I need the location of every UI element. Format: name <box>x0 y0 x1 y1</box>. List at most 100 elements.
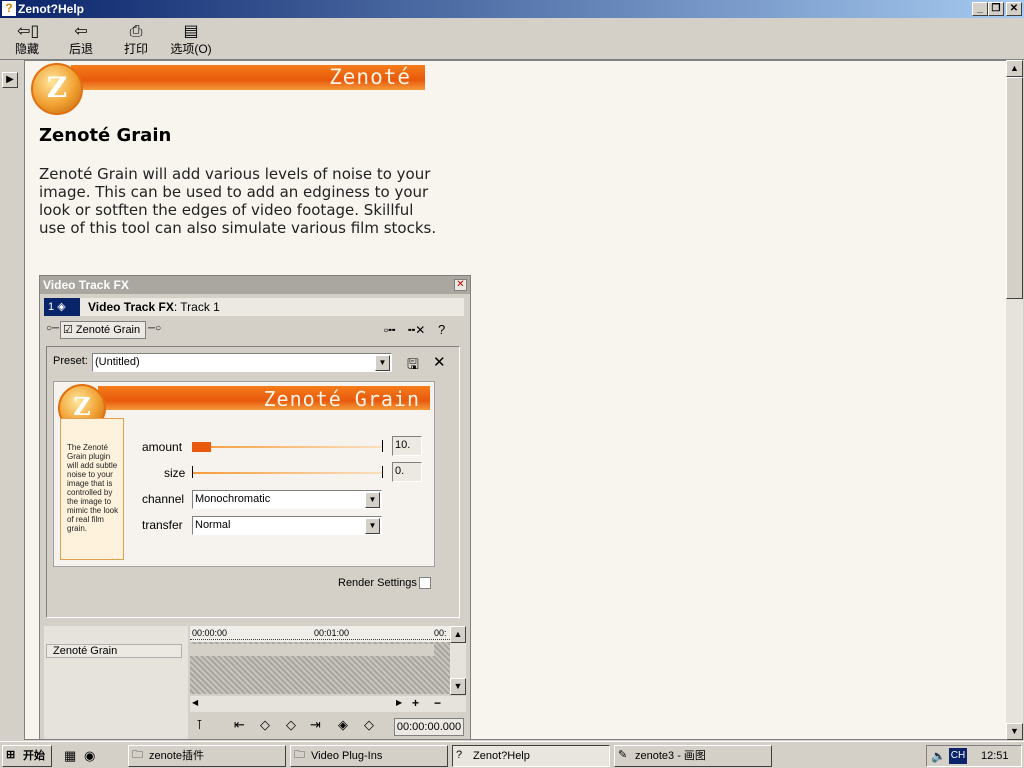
banner-brand: Zenoté <box>329 65 411 89</box>
back-label: 后退 <box>68 42 93 56</box>
folder-icon: 🗀 <box>132 749 143 761</box>
help-app-icon: ? <box>2 1 16 16</box>
zoom-out-icon[interactable]: − <box>434 696 441 710</box>
task-zenote-folder[interactable]: 🗀 zenote插件 <box>128 745 286 767</box>
video-track-fx-dialog: Video Track FX ✕ 1 ◈ Video Track FX: Tra… <box>39 275 471 739</box>
hide-button[interactable]: ⇦▯ 隐藏 <box>10 20 44 58</box>
task-video-plugins-folder[interactable]: 🗀 Video Plug-Ins <box>290 745 448 767</box>
restore-button[interactable]: ❐ <box>988 2 1004 16</box>
channel-label: channel <box>142 492 185 506</box>
amount-slider-end <box>382 440 383 452</box>
render-settings-checkbox[interactable] <box>419 577 431 589</box>
plugin-group: Preset: (Untitled) ▼ 🖫 ✕ Zenoté Grain Z … <box>46 346 460 618</box>
zoom-in-icon[interactable]: + <box>412 696 419 710</box>
plugin-chain-item[interactable]: ☑ Zenoté Grain <box>60 321 146 339</box>
render-settings-label: Render Settings <box>338 577 417 589</box>
show-desktop-icon[interactable]: ▦ <box>64 748 76 764</box>
last-keyframe-icon[interactable]: ⇥ <box>310 718 321 733</box>
close-button[interactable]: ✕ <box>1006 2 1022 16</box>
amount-value[interactable]: 10. <box>392 436 422 456</box>
timeline-vscroll[interactable]: ▲ ▼ <box>450 626 466 695</box>
task-paint[interactable]: ✎ zenote3 - 画图 <box>614 745 772 767</box>
amount-label: amount <box>142 440 183 454</box>
sync-cursor-icon[interactable]: ⊺ <box>196 718 203 733</box>
scroll-thumb[interactable] <box>1006 77 1023 299</box>
expand-nav-arrow-icon[interactable]: ▶ <box>2 72 18 88</box>
intro-paragraph: Zenoté Grain will add various levels of … <box>39 165 437 237</box>
options-button[interactable]: ▤ 选项(O) <box>168 20 214 58</box>
task-help-active[interactable]: ? Zenot?Help <box>452 745 610 767</box>
first-keyframe-icon[interactable]: ⇤ <box>234 718 245 733</box>
keyframe-timeline: Zenoté Grain 00:00:00 00:01:00 00: ▲ ▼ ◀… <box>44 626 466 739</box>
ruler-start: 00:00:00 <box>192 628 228 638</box>
help-toolbar: ⇦▯ 隐藏 ⇦ 后退 ⎙ 打印 ▤ 选项(O) <box>0 18 1024 60</box>
delete-keyframe-icon[interactable]: ◇ <box>364 718 374 733</box>
keyframe-lane[interactable] <box>190 644 434 656</box>
scroll-up-arrow-icon[interactable]: ▲ <box>450 626 466 643</box>
plugin-chain-icon[interactable]: ▫╍ <box>384 323 395 337</box>
windows-logo-icon: ⊞ <box>6 749 16 761</box>
timecode-display: 00:00:00.000 <box>394 718 464 736</box>
back-button[interactable]: ⇦ 后退 <box>64 20 98 58</box>
amount-slider-fill[interactable] <box>192 442 211 452</box>
windows-taskbar: ⊞ 开始 ▦ ◉ 🗀 zenote插件 🗀 Video Plug-Ins ? Z… <box>0 741 1024 768</box>
track-fx-header: 1 ◈ Video Track FX: Track 1 <box>44 298 464 316</box>
ruler-mid: 00:01:00 <box>314 628 350 638</box>
minimize-button[interactable]: _ <box>972 2 988 16</box>
folder-icon: 🗀 <box>294 749 305 761</box>
chevron-down-icon: ▼ <box>375 355 390 371</box>
system-tray: 🔈 CH 12:51 <box>926 745 1022 767</box>
timeline-track-name[interactable]: Zenoté Grain <box>46 644 182 658</box>
plugin-chain: ○─ ☑ Zenoté Grain ─○ <box>46 321 161 339</box>
transfer-select[interactable]: Normal ▼ <box>192 516 382 535</box>
chain-end-node-icon: ─○ <box>148 323 162 334</box>
plugin-banner-title: Zenoté Grain <box>263 387 420 411</box>
grain-plugin-panel: Zenoté Grain Z The Zenoté Grain plugin w… <box>53 381 435 567</box>
scroll-up-arrow-icon[interactable]: ▲ <box>1006 60 1023 77</box>
add-keyframe-icon[interactable]: ◈ <box>338 718 348 733</box>
window-titlebar[interactable]: ? Zenot?Help _ ❐ ✕ <box>0 0 1024 18</box>
prev-keyframe-icon[interactable]: ◇ <box>260 718 270 733</box>
print-label: 打印 <box>123 42 148 56</box>
scroll-right-arrow-icon[interactable]: ▶ <box>396 698 402 707</box>
chevron-down-icon: ▼ <box>365 492 380 508</box>
print-button[interactable]: ⎙ 打印 <box>118 20 154 58</box>
timeline-keyframe-area[interactable] <box>190 642 450 694</box>
page-title: Zenoté Grain <box>39 125 172 146</box>
remove-plugin-icon[interactable]: ╍✕ <box>408 323 425 337</box>
size-slider-handle[interactable] <box>192 466 193 478</box>
size-slider-track[interactable] <box>192 472 382 474</box>
size-slider-end <box>382 466 383 478</box>
scroll-left-arrow-icon[interactable]: ◀ <box>192 698 198 707</box>
size-value[interactable]: 0. <box>392 462 422 482</box>
volume-icon[interactable]: 🔈 <box>931 749 946 763</box>
navigation-pane-collapsed: ▶ <box>0 60 22 740</box>
track-number-badge: 1 ◈ <box>44 298 80 316</box>
page-banner: Zenoté <box>71 65 425 90</box>
filmstrip-icon: ◈ <box>57 301 66 313</box>
next-keyframe-icon[interactable]: ◇ <box>286 718 296 733</box>
options-label: 选项(O) <box>170 42 212 56</box>
window-title: Zenot?Help <box>18 2 84 16</box>
timeline-ruler[interactable]: 00:00:00 00:01:00 00: <box>190 626 450 642</box>
size-label: size <box>164 466 186 480</box>
help-icon[interactable]: ? <box>438 322 445 337</box>
scroll-down-arrow-icon[interactable]: ▼ <box>450 678 466 695</box>
amount-slider-track[interactable] <box>192 446 382 448</box>
language-indicator[interactable]: CH <box>949 748 967 764</box>
plugin-banner: Zenoté Grain <box>98 386 430 411</box>
dialog-close-icon[interactable]: ✕ <box>454 279 467 291</box>
content-vscroll[interactable]: ▲ ▼ <box>1006 60 1023 740</box>
save-preset-icon[interactable]: 🖫 <box>407 354 419 378</box>
paint-icon: ✎ <box>618 749 628 761</box>
chevron-down-icon: ▼ <box>365 518 380 534</box>
preset-select[interactable]: (Untitled) ▼ <box>92 353 392 372</box>
channel-select[interactable]: Monochromatic ▼ <box>192 490 382 509</box>
scroll-down-arrow-icon[interactable]: ▼ <box>1006 723 1023 740</box>
media-player-icon[interactable]: ◉ <box>84 748 95 764</box>
delete-preset-icon[interactable]: ✕ <box>433 353 446 371</box>
timeline-hscroll[interactable]: ◀ ▶ + − <box>190 696 466 712</box>
start-button[interactable]: ⊞ 开始 <box>2 745 52 767</box>
hide-label: 隐藏 <box>14 42 39 56</box>
preset-label: Preset: <box>53 355 88 367</box>
